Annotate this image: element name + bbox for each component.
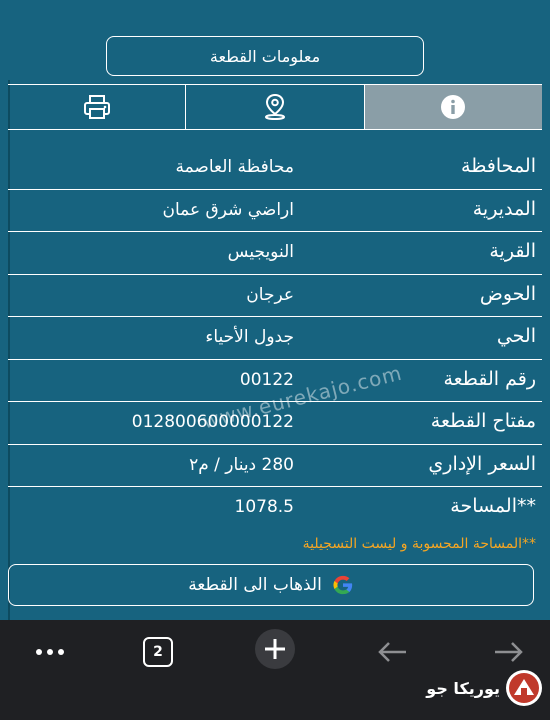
plus-circle-icon: [255, 629, 295, 669]
logo-text: يوريكا جو: [426, 678, 500, 698]
back-arrow-icon: [378, 642, 406, 662]
detail-label: القرية: [489, 240, 536, 262]
site-logo: يوريكا جو: [426, 668, 544, 708]
detail-label: الحي: [496, 325, 536, 347]
go-to-plot-label: الذهاب الى القطعة: [188, 575, 322, 595]
detail-label: الحوض: [479, 282, 536, 305]
google-icon: [333, 575, 352, 595]
detail-value: جدول الأحياء: [205, 327, 294, 347]
detail-label: رقم القطعة: [443, 367, 536, 390]
detail-label: المحافظة: [461, 155, 536, 177]
detail-value: 280 دينار / م٢: [189, 454, 294, 475]
info-icon: [441, 95, 466, 119]
new-tab-button[interactable]: [253, 629, 297, 669]
forward-button[interactable]: [492, 636, 526, 668]
detail-label: السعر الإداري: [428, 452, 536, 475]
detail-value: 00122: [239, 369, 294, 390]
tab-location[interactable]: [185, 85, 363, 129]
detail-value: 1078.5: [234, 497, 294, 517]
detail-row-area: **المساحة 1078.5: [8, 487, 542, 530]
back-button[interactable]: [375, 636, 409, 668]
detail-label: مفتاح القطعة: [430, 410, 536, 432]
tab-print[interactable]: [8, 85, 185, 129]
forward-arrow-icon: [495, 642, 523, 662]
more-dots-icon: [36, 649, 64, 655]
location-pin-icon: [264, 93, 285, 120]
tab-bar: [8, 84, 542, 130]
tabs-button[interactable]: 2: [142, 636, 174, 668]
detail-value: محافظة العاصمة: [175, 157, 294, 177]
logo-icon: [506, 670, 542, 706]
details-list: المحافظة محافظة العاصمة المديرية اراضي ش…: [8, 147, 542, 530]
detail-label: المديرية: [472, 197, 536, 220]
detail-label: **المساحة: [450, 495, 536, 517]
top-strip: [0, 0, 550, 32]
detail-row-basin: الحوض عرجان: [8, 275, 542, 317]
detail-value: عرجان: [246, 284, 294, 305]
area-footnote: **المساحة المحسوبة و ليست التسجيلية: [302, 536, 536, 552]
detail-row-admin-price: السعر الإداري 280 دينار / م٢: [8, 445, 542, 487]
page-title: معلومات القطعة: [106, 36, 424, 76]
tab-info[interactable]: [363, 85, 542, 129]
detail-row-governorate: المحافظة محافظة العاصمة: [8, 147, 542, 190]
detail-row-village: القرية النويجيس: [8, 232, 542, 275]
detail-value: اراضي شرق عمان: [162, 199, 294, 220]
go-to-plot-button[interactable]: الذهاب الى القطعة: [8, 564, 534, 606]
print-icon: [83, 95, 110, 119]
tab-count: 2: [143, 637, 173, 667]
detail-row-directorate: المديرية اراضي شرق عمان: [8, 190, 542, 232]
page-title-text: معلومات القطعة: [209, 46, 321, 66]
more-button[interactable]: [34, 636, 66, 668]
detail-row-district: الحي جدول الأحياء: [8, 317, 542, 360]
detail-value: النويجيس: [227, 242, 294, 262]
